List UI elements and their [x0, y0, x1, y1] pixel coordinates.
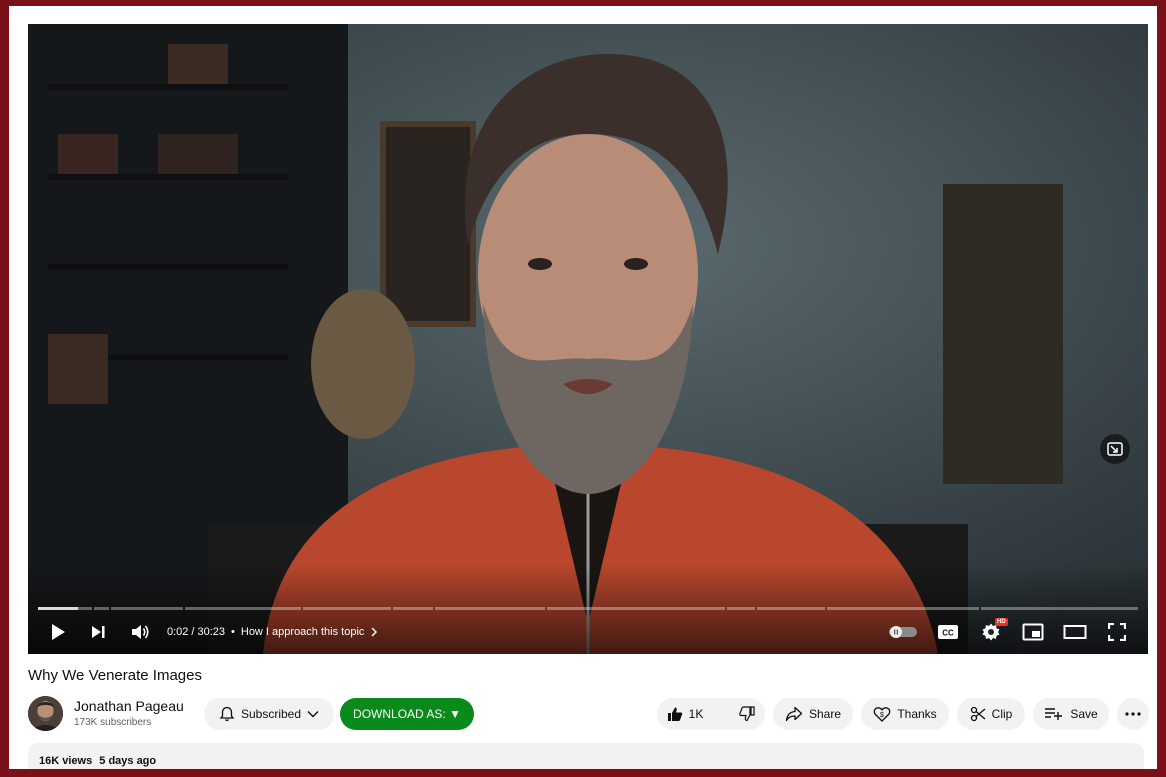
video-title: Why We Venerate Images	[28, 667, 202, 684]
time-display: 0:02 / 30:23 • How I approach this topic	[167, 616, 378, 648]
dislike-button[interactable]	[727, 698, 767, 730]
thanks-icon: $	[873, 707, 891, 722]
chapter-segment[interactable]	[727, 607, 755, 610]
share-button[interactable]: Share	[773, 698, 853, 730]
video-frame	[28, 24, 1148, 654]
description-box[interactable]: 16K views 5 days ago	[28, 743, 1144, 769]
progress-bar[interactable]	[38, 607, 1138, 610]
chapter-segment[interactable]	[111, 607, 183, 610]
like-dislike-group: 1K	[657, 698, 765, 730]
autoplay-toggle-icon[interactable]	[888, 616, 918, 648]
playlist-add-icon	[1045, 708, 1063, 720]
avatar[interactable]	[28, 696, 63, 731]
chapter-segment[interactable]	[547, 607, 725, 610]
chapter-segment[interactable]	[827, 607, 979, 610]
more-horizontal-icon	[1125, 712, 1141, 716]
chapter-segment[interactable]	[94, 607, 109, 610]
share-label: Share	[808, 707, 842, 721]
subscribed-button[interactable]: Subscribed	[204, 698, 334, 730]
cc-icon[interactable]: CC	[935, 616, 961, 648]
download-label: DOWNLOAD AS: ▼	[353, 707, 461, 721]
time-separator: /	[191, 626, 195, 638]
more-actions-button[interactable]	[1117, 698, 1149, 730]
save-button[interactable]: Save	[1033, 698, 1109, 730]
chevron-down-icon	[307, 711, 319, 718]
volume-icon[interactable]	[128, 616, 154, 648]
save-label: Save	[1070, 707, 1098, 721]
thumbs-up-icon	[667, 707, 682, 721]
channel-row: Jonathan Pageau 173K subscribers Subscri…	[28, 696, 1157, 732]
subscribed-label: Subscribed	[240, 707, 302, 721]
view-count: 16K views	[39, 755, 93, 767]
chapter-dot: •	[231, 626, 235, 638]
theater-icon[interactable]	[1061, 616, 1089, 648]
page: 0:02 / 30:23 • How I approach this topic…	[9, 6, 1157, 769]
share-icon	[785, 706, 803, 722]
chevron-right-icon	[371, 627, 378, 637]
play-icon[interactable]	[46, 616, 70, 648]
fullscreen-icon[interactable]	[1104, 616, 1130, 648]
cast-icon[interactable]	[1100, 434, 1130, 464]
subscriber-count: 173K subscribers	[74, 717, 152, 728]
chapter-segment[interactable]	[303, 607, 391, 610]
current-time: 0:02	[167, 626, 189, 638]
like-button[interactable]: 1K	[655, 698, 716, 730]
like-count: 1K	[688, 707, 704, 721]
channel-name[interactable]: Jonathan Pageau	[74, 698, 184, 714]
total-time: 30:23	[197, 626, 226, 638]
hd-badge: HD	[995, 618, 1008, 626]
description-meta: 16K views 5 days ago	[39, 755, 156, 767]
scissors-icon	[970, 706, 986, 722]
chapter-button[interactable]: How I approach this topic	[241, 626, 379, 638]
chapter-label: How I approach this topic	[240, 626, 365, 638]
svg-text:CC: CC	[942, 629, 954, 638]
thanks-button[interactable]: $ Thanks	[861, 698, 949, 730]
svg-text:$: $	[880, 712, 884, 719]
bell-icon	[219, 706, 235, 722]
upload-age: 5 days ago	[99, 755, 157, 767]
download-button[interactable]: DOWNLOAD AS: ▼	[340, 698, 474, 730]
chapter-segment[interactable]	[435, 607, 545, 610]
chapter-segment[interactable]	[757, 607, 825, 610]
clip-label: Clip	[991, 707, 1013, 721]
miniplayer-icon[interactable]	[1020, 616, 1046, 648]
chapter-segment[interactable]	[38, 607, 92, 610]
thumbs-down-icon	[739, 706, 755, 722]
chapter-segment[interactable]	[981, 607, 1138, 610]
progress-played	[38, 607, 78, 610]
player-controls: 0:02 / 30:23 • How I approach this topic…	[28, 616, 1148, 648]
gear-icon[interactable]: HD	[978, 616, 1008, 648]
thanks-label: Thanks	[897, 707, 937, 721]
clip-button[interactable]: Clip	[957, 698, 1025, 730]
chapter-segment[interactable]	[393, 607, 433, 610]
video-player[interactable]: 0:02 / 30:23 • How I approach this topic…	[28, 24, 1148, 654]
next-icon[interactable]	[86, 616, 110, 648]
chapter-segment[interactable]	[185, 607, 301, 610]
